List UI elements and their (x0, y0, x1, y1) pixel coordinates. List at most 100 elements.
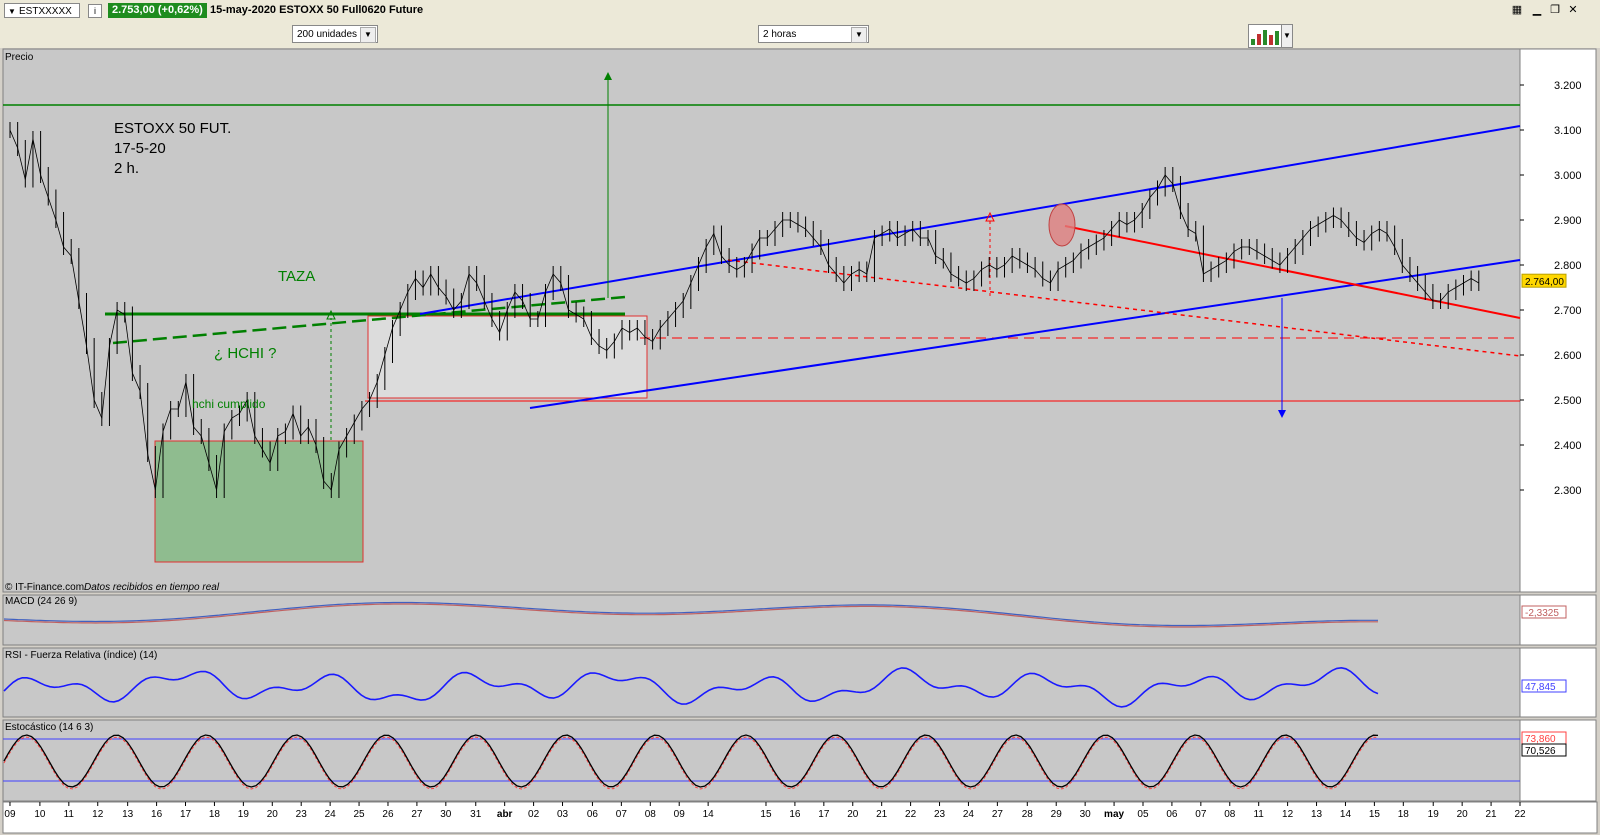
x-tick-label: 22 (905, 809, 917, 820)
minimize-icon[interactable]: ▁ (1530, 4, 1544, 17)
y-tick-label: 3.000 (1554, 170, 1582, 182)
title-bar: ▼ ESTXXXXX i 2.753,00 (+0,62%) 15-may-202… (0, 0, 1600, 23)
x-tick-label: may (1104, 809, 1124, 820)
x-tick-label: 09 (674, 809, 686, 820)
keyboard-icon[interactable]: ▦ (1510, 4, 1524, 17)
y-tick-label: 2.700 (1554, 305, 1582, 317)
annotation-taza: TAZA (278, 268, 315, 285)
chevron-down-icon: ▼ (851, 27, 867, 43)
stoch-panel (2, 719, 1521, 802)
x-tick-label: 21 (876, 809, 888, 820)
x-tick-label: 29 (1051, 809, 1063, 820)
stoch-value-label-2: 70,526 (1525, 746, 1556, 757)
x-tick-label: 19 (1428, 809, 1440, 820)
x-tick-label: 23 (934, 809, 946, 820)
x-tick-label: 27 (992, 809, 1004, 820)
attribution: © IT-Finance.com (5, 582, 84, 593)
x-tick-label: 30 (1080, 809, 1092, 820)
y-tick-label: 3.100 (1554, 125, 1582, 137)
units-value: 200 unidades (297, 29, 358, 40)
stoch-panel-label: Estocástico (14 6 3) (5, 722, 93, 733)
rsi-value-label: 47,845 (1525, 682, 1556, 693)
x-tick-label: 24 (325, 809, 337, 820)
info-icon[interactable]: i (88, 4, 102, 18)
annotation-hchi-done: hchi cumplido (192, 397, 266, 411)
symbol-selector[interactable]: ▼ ESTXXXXX (4, 3, 80, 18)
x-tick-label: 17 (818, 809, 830, 820)
annotation-timeframe: 2 h. (114, 160, 139, 177)
x-tick-label: 14 (1340, 809, 1352, 820)
x-tick-label: 15 (760, 809, 772, 820)
x-tick-label: 18 (209, 809, 221, 820)
x-tick-label: 16 (151, 809, 163, 820)
annotation-title: ESTOXX 50 FUT. (114, 120, 231, 137)
macd-axis-bg (1519, 594, 1597, 646)
last-price-label: 2.764,00 (1525, 277, 1564, 288)
x-tick-label: 20 (1457, 809, 1469, 820)
x-tick-label: 03 (557, 809, 569, 820)
chevron-down-icon: ▼ (360, 27, 376, 43)
x-tick-label: 31 (470, 809, 482, 820)
chart-area[interactable]: 3.3003.2003.1003.0002.9002.8002.7002.600… (0, 48, 1600, 835)
chart-type-icon[interactable] (1248, 24, 1282, 48)
x-tick-label: 26 (382, 809, 394, 820)
y-tick-label: 3.200 (1554, 80, 1582, 92)
hchi-box (154, 440, 364, 563)
close-icon[interactable]: ✕ (1566, 4, 1580, 17)
x-tick-label: 21 (1486, 809, 1498, 820)
x-tick-label: 09 (4, 809, 16, 820)
bar-chart-icon (1251, 30, 1279, 45)
y-tick-label: 2.500 (1554, 395, 1582, 407)
x-tick-label: 16 (789, 809, 801, 820)
rsi-panel-label: RSI - Fuerza Relativa (índice) (14) (5, 650, 157, 661)
x-tick-label: abr (497, 809, 513, 820)
x-tick-label: 11 (64, 809, 75, 820)
x-tick-label: 11 (1253, 809, 1264, 820)
x-tick-label: 20 (267, 809, 279, 820)
x-tick-label: 13 (122, 809, 134, 820)
x-tick-label: 12 (1282, 809, 1294, 820)
stoch-value-label-1: 73,860 (1525, 734, 1556, 745)
x-tick-label: 23 (296, 809, 308, 820)
x-tick-label: 05 (1137, 809, 1149, 820)
y-tick-label: 2.900 (1554, 215, 1582, 227)
x-tick-label: 08 (645, 809, 657, 820)
y-tick-label: 2.400 (1554, 440, 1582, 452)
x-tick-label: 27 (411, 809, 423, 820)
x-tick-label: 28 (1022, 809, 1034, 820)
macd-panel (2, 594, 1521, 646)
rsi-panel (2, 647, 1521, 718)
y-tick-label: 2.300 (1554, 485, 1582, 497)
x-tick-label: 15 (1369, 809, 1381, 820)
annotation-date: 17-5-20 (114, 140, 166, 157)
x-tick-label: 10 (34, 809, 46, 820)
x-tick-label: 12 (92, 809, 104, 820)
x-tick-label: 20 (847, 809, 859, 820)
x-tick-label: 14 (703, 809, 715, 820)
toolbar: 200 unidades▼ 2 horas▼ ▼ ▲▼ (0, 22, 1600, 70)
interval-value: 2 horas (763, 29, 797, 40)
x-tick-label: 08 (1224, 809, 1236, 820)
x-tick-label: 13 (1311, 809, 1323, 820)
attribution-note: Datos recibidos en tiempo real (84, 582, 220, 593)
units-select[interactable]: 200 unidades ▼ (292, 25, 378, 43)
annotation-hchi-question: ¿ HCHI ? (214, 345, 277, 362)
interval-select[interactable]: 2 horas ▼ (758, 25, 869, 43)
chevron-down-icon[interactable]: ▼ (1281, 24, 1293, 48)
x-tick-label: 06 (587, 809, 599, 820)
x-tick-label: 18 (1398, 809, 1410, 820)
chevron-down-icon: ▼ (8, 7, 16, 16)
x-tick-label: 30 (440, 809, 452, 820)
restore-icon[interactable]: ❐ (1548, 4, 1562, 17)
x-tick-label: 07 (616, 809, 628, 820)
x-tick-label: 07 (1195, 809, 1207, 820)
x-tick-label: 22 (1514, 809, 1526, 820)
price-change-badge: 2.753,00 (+0,62%) (108, 3, 207, 18)
x-tick-label: 06 (1166, 809, 1178, 820)
x-tick-label: 02 (528, 809, 540, 820)
x-tick-label: 17 (180, 809, 192, 820)
instrument-description: 15-may-2020 ESTOXX 50 Full0620 Future (210, 4, 424, 16)
x-tick-label: 19 (238, 809, 250, 820)
price-panel-label: Precio (5, 52, 34, 63)
top-highlight (1048, 203, 1076, 247)
